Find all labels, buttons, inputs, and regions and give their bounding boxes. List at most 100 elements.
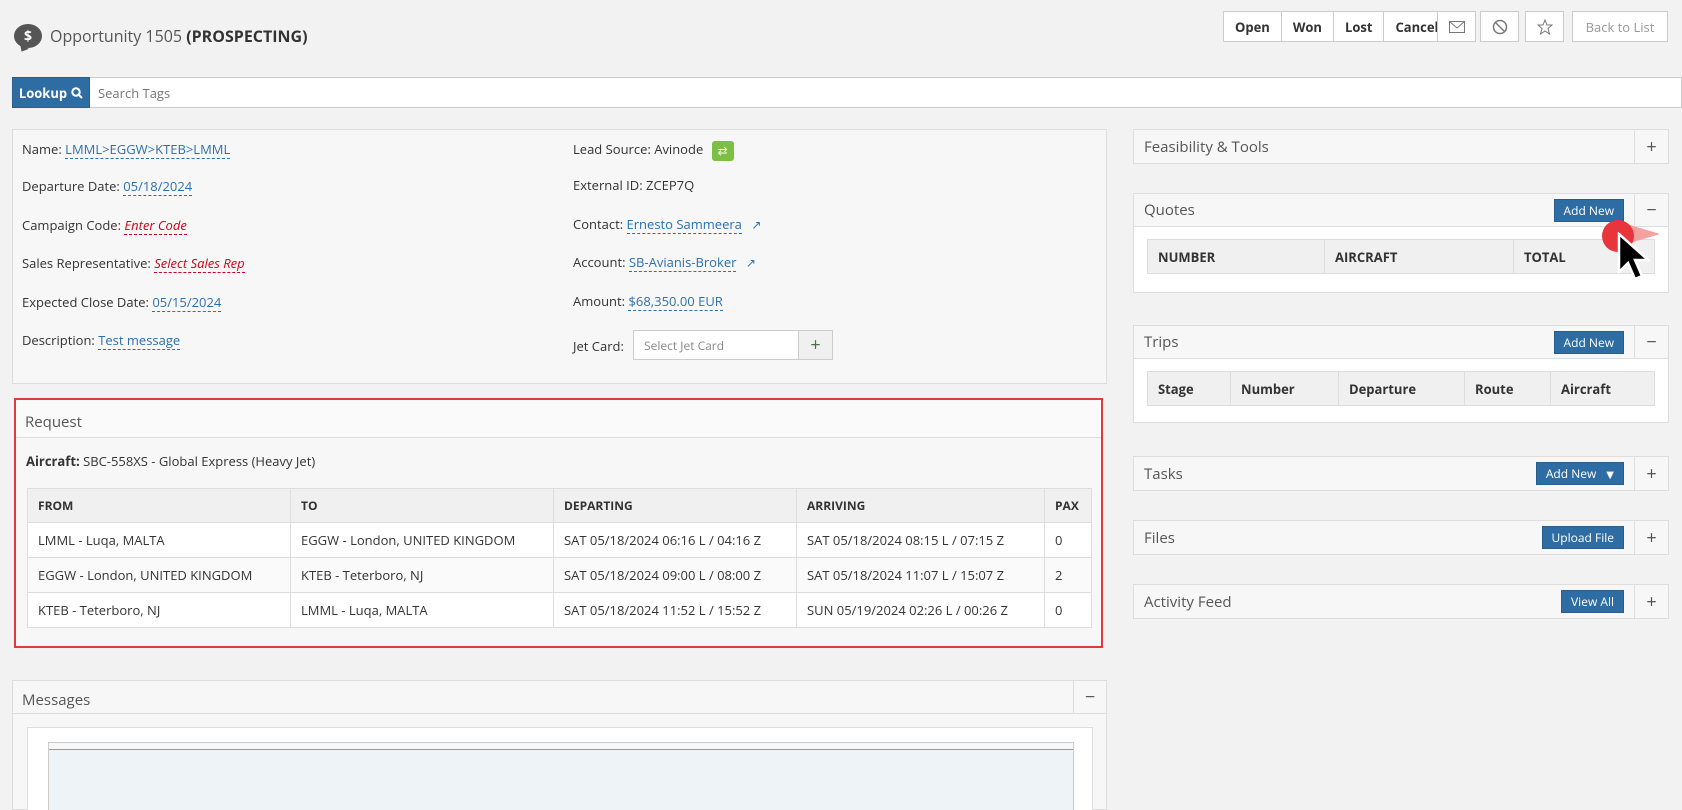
lookup-button[interactable]: Lookup: [12, 77, 90, 108]
expected-close-value[interactable]: 05/15/2024: [152, 293, 222, 312]
column-header-from: FROM: [27, 488, 291, 523]
external-link-icon[interactable]: ↗: [746, 254, 756, 271]
add-jet-card-button[interactable]: +: [799, 330, 833, 360]
quotes-header: Quotes Add New −: [1134, 193, 1668, 227]
collapse-trips-button[interactable]: −: [1634, 325, 1668, 359]
cell-departing: SAT 05/18/2024 06:16 L / 04:16 Z: [553, 522, 797, 558]
won-button[interactable]: Won: [1281, 11, 1334, 42]
lookup-label: Lookup: [18, 83, 68, 102]
cell-departing: SAT 05/18/2024 11:52 L / 15:52 Z: [553, 592, 797, 628]
cell-arriving: SAT 05/18/2024 08:15 L / 07:15 Z: [796, 522, 1045, 558]
description-field: Description: Test message: [22, 331, 181, 350]
quotes-table: NUMBER AIRCRAFT TOTAL: [1147, 239, 1655, 274]
aircraft-value: SBC-558XS - Global Express (Heavy Jet): [83, 452, 316, 470]
column-header-arriving: ARRIVING: [796, 488, 1045, 523]
block-button[interactable]: [1480, 11, 1519, 42]
column-header-number: NUMBER: [1147, 239, 1325, 274]
trips-header: Trips Add New −: [1134, 325, 1668, 359]
description-label: Description:: [22, 331, 95, 349]
external-link-icon[interactable]: ↗: [751, 216, 761, 233]
cell-pax: 2: [1044, 557, 1092, 593]
column-header-number: Number: [1230, 371, 1339, 406]
search-row: Lookup: [12, 77, 1682, 108]
name-value[interactable]: LMML>EGGW>KTEB>LMML: [65, 140, 231, 159]
opportunity-title: Opportunity 1505 (PROSPECTING): [50, 25, 308, 47]
lost-button[interactable]: Lost: [1333, 11, 1385, 42]
expand-tasks-button[interactable]: +: [1634, 457, 1668, 490]
back-to-list-button[interactable]: Back to List: [1572, 11, 1668, 42]
messages-title-text: Messages: [22, 690, 91, 710]
column-header-stage: Stage: [1147, 371, 1231, 406]
favorite-button[interactable]: [1525, 11, 1564, 42]
table-row: LMML - Luqa, MALTA EGGW - London, UNITED…: [27, 522, 1092, 558]
amount-value[interactable]: $68,350.00 EUR: [628, 292, 723, 311]
contact-value[interactable]: Ernesto Sammeera: [626, 215, 742, 234]
email-button[interactable]: [1437, 11, 1476, 42]
add-task-button[interactable]: Add New ▼: [1535, 462, 1624, 485]
expand-files-button[interactable]: +: [1634, 521, 1668, 554]
external-id-value: ZCEP7Q: [646, 176, 695, 194]
account-label: Account:: [573, 253, 626, 271]
cell-departing: SAT 05/18/2024 09:00 L / 08:00 Z: [553, 557, 797, 593]
column-header-departing: DEPARTING: [553, 488, 797, 523]
open-button[interactable]: Open: [1223, 11, 1282, 42]
plus-icon: +: [1646, 589, 1657, 614]
files-header: Files Upload File +: [1134, 521, 1668, 554]
cell-from: KTEB - Teterboro, NJ: [27, 592, 291, 628]
plus-icon: +: [1646, 461, 1657, 486]
column-header-route: Route: [1464, 371, 1551, 406]
add-quote-button[interactable]: Add New: [1553, 198, 1624, 222]
messages-panel: Messages −: [12, 680, 1107, 810]
upload-file-button[interactable]: Upload File: [1541, 526, 1624, 549]
external-id-label: External ID:: [573, 176, 643, 194]
activity-feed-title: Activity Feed: [1144, 591, 1232, 612]
aircraft-label: Aircraft:: [26, 452, 80, 470]
cell-arriving: SUN 05/19/2024 02:26 L / 00:26 Z: [796, 592, 1045, 628]
expand-activity-button[interactable]: +: [1634, 585, 1668, 618]
request-panel: Request Aircraft: SBC-558XS - Global Exp…: [14, 398, 1103, 648]
tasks-header: Tasks Add New ▼ +: [1134, 457, 1668, 490]
cell-arriving: SAT 05/18/2024 11:07 L / 15:07 Z: [796, 557, 1045, 593]
message-editor-area[interactable]: [49, 749, 1073, 810]
opportunity-details: Name: LMML>EGGW>KTEB>LMML Departure Date…: [12, 129, 1107, 384]
column-header-pax: PAX: [1044, 488, 1092, 523]
messages-title: Messages −: [13, 681, 1106, 714]
name-field: Name: LMML>EGGW>KTEB>LMML: [22, 140, 231, 159]
departure-date-value[interactable]: 05/18/2024: [123, 177, 193, 196]
sales-rep-label: Sales Representative:: [22, 254, 151, 272]
sales-rep-field: Sales Representative: Select Sales Rep: [22, 254, 245, 273]
description-value[interactable]: Test message: [98, 331, 181, 350]
account-field: Account: SB-Avianis-Broker ↗: [573, 253, 756, 272]
table-header-row: FROM TO DEPARTING ARRIVING PAX: [27, 488, 1092, 523]
add-trip-button[interactable]: Add New: [1553, 330, 1624, 354]
aircraft-line: Aircraft: SBC-558XS - Global Express (He…: [26, 452, 315, 470]
cell-to: KTEB - Teterboro, NJ: [290, 557, 554, 593]
plus-icon: +: [1646, 525, 1657, 550]
sales-rep-value[interactable]: Select Sales Rep: [154, 254, 245, 273]
activity-feed-panel: Activity Feed View All +: [1133, 584, 1669, 619]
expand-feasibility-button[interactable]: +: [1634, 130, 1668, 163]
campaign-code-value[interactable]: Enter Code: [124, 216, 187, 235]
lead-source-label: Lead Source:: [573, 140, 651, 158]
external-id-field: External ID: ZCEP7Q: [573, 176, 694, 194]
jet-card-select[interactable]: Select Jet Card: [633, 330, 799, 360]
minus-icon: −: [1646, 330, 1657, 354]
column-header-aircraft: AIRCRAFT: [1324, 239, 1514, 274]
cell-from: LMML - Luqa, MALTA: [27, 522, 291, 558]
page-title: $ Opportunity 1505 (PROSPECTING): [14, 24, 308, 48]
account-value[interactable]: SB-Avianis-Broker: [628, 253, 737, 272]
collapse-messages-button[interactable]: −: [1073, 681, 1106, 713]
caret-down-icon: ▼: [1606, 466, 1614, 481]
opportunity-number: Opportunity 1505: [50, 25, 183, 47]
view-all-button[interactable]: View All: [1561, 590, 1624, 613]
request-legs-table: FROM TO DEPARTING ARRIVING PAX LMML - Lu…: [27, 488, 1092, 628]
amount-label: Amount:: [573, 292, 626, 310]
minus-icon: −: [1646, 198, 1657, 222]
search-tags-input[interactable]: [90, 77, 1682, 108]
dollar-chat-icon: $: [14, 24, 42, 48]
files-panel: Files Upload File +: [1133, 520, 1669, 555]
ban-icon: [1492, 19, 1507, 34]
column-header-aircraft: Aircraft: [1550, 371, 1655, 406]
column-header-to: TO: [290, 488, 554, 523]
request-title: Request: [16, 400, 1101, 438]
